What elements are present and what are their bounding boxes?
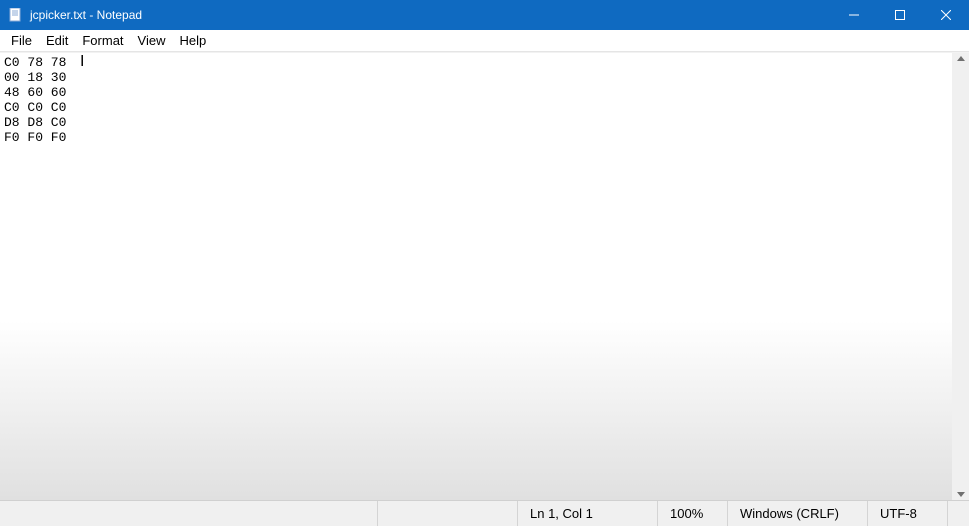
- vertical-scrollbar[interactable]: [952, 53, 969, 500]
- status-empty-cell: [377, 501, 517, 526]
- minimize-button[interactable]: [831, 0, 877, 30]
- status-encoding: UTF-8: [867, 501, 947, 526]
- content-area: C0 78 78 00 18 30 48 60 60 C0 C0 C0 D8 D…: [0, 52, 969, 500]
- menu-file[interactable]: File: [4, 31, 39, 50]
- notepad-icon: [8, 7, 24, 23]
- titlebar[interactable]: jcpicker.txt - Notepad: [0, 0, 969, 30]
- status-position: Ln 1, Col 1: [517, 501, 657, 526]
- status-resize-grip[interactable]: [947, 501, 969, 526]
- text-cursor-icon: I: [80, 54, 84, 69]
- text-editor[interactable]: C0 78 78 00 18 30 48 60 60 C0 C0 C0 D8 D…: [0, 53, 952, 500]
- scroll-up-icon[interactable]: [957, 56, 965, 61]
- statusbar: Ln 1, Col 1 100% Windows (CRLF) UTF-8: [0, 500, 969, 526]
- menu-format[interactable]: Format: [75, 31, 130, 50]
- menu-help[interactable]: Help: [172, 31, 213, 50]
- menu-view[interactable]: View: [131, 31, 173, 50]
- menubar: File Edit Format View Help: [0, 30, 969, 52]
- status-zoom: 100%: [657, 501, 727, 526]
- close-button[interactable]: [923, 0, 969, 30]
- notepad-window: jcpicker.txt - Notepad File Edit Format …: [0, 0, 969, 526]
- window-controls: [831, 0, 969, 30]
- window-title: jcpicker.txt - Notepad: [30, 8, 831, 22]
- status-lineending: Windows (CRLF): [727, 501, 867, 526]
- maximize-button[interactable]: [877, 0, 923, 30]
- editor-content: C0 78 78 00 18 30 48 60 60 C0 C0 C0 D8 D…: [4, 55, 66, 145]
- scroll-down-icon[interactable]: [957, 492, 965, 497]
- menu-edit[interactable]: Edit: [39, 31, 75, 50]
